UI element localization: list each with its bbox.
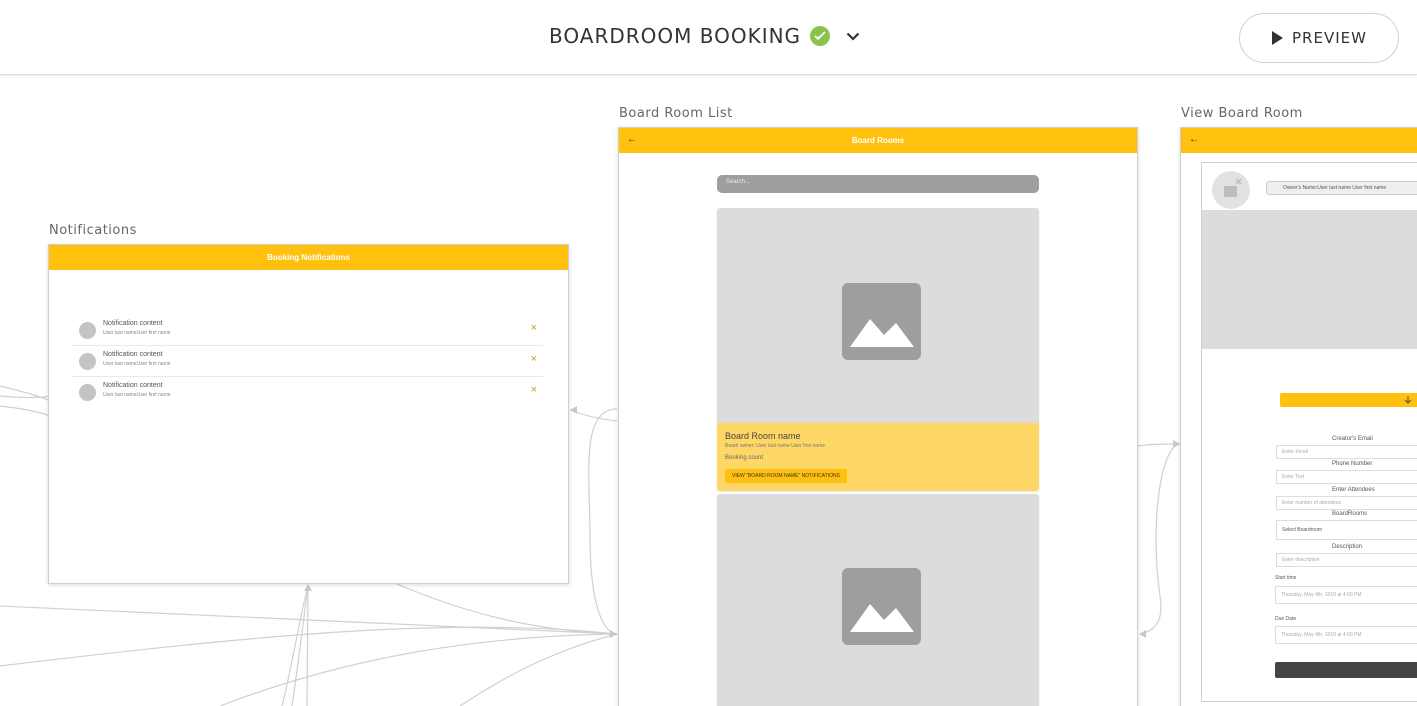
preview-button[interactable]: PREVIEW [1239, 13, 1399, 63]
board-room-list-screen[interactable]: ← Board Rooms Search... Board Room name … [618, 127, 1138, 706]
notification-subtitle: User last nameUser first name [103, 392, 171, 398]
chevron-down-icon[interactable] [844, 27, 862, 45]
image-placeholder-icon [842, 283, 921, 360]
owner-avatar [1212, 171, 1250, 209]
board-room-card[interactable] [717, 494, 1039, 706]
owner-name-field: Owner's Name:User last name User first n… [1266, 181, 1417, 195]
description-field[interactable]: Enter description [1276, 553, 1417, 567]
notification-item[interactable]: Notification content User last nameUser … [71, 315, 543, 346]
board-room-info: Board Room name Board owner: User last n… [717, 423, 1039, 491]
board-room-image [1202, 210, 1417, 349]
preview-button-label: PREVIEW [1292, 29, 1367, 47]
top-bar: BOARDROOM BOOKING PREVIEW [0, 0, 1417, 75]
phone-field[interactable]: Enter Text [1276, 470, 1417, 484]
booking-count: Booking count [725, 455, 764, 461]
notification-title: Notification content [103, 351, 163, 358]
view-notifications-button[interactable]: VIEW "BOARD ROOM NAME" NOTIFICATIONS [725, 469, 847, 483]
notification-title: Notification content [103, 320, 163, 327]
close-icon[interactable]: × [531, 322, 537, 334]
app-title-group[interactable]: BOARDROOM BOOKING [549, 22, 862, 50]
notification-subtitle: User last nameUser first name [103, 361, 171, 367]
notification-title: Notification content [103, 382, 163, 389]
screen-label-board-room-list: Board Room List [619, 106, 733, 121]
board-room-name: Board Room name [725, 431, 801, 441]
search-input[interactable]: Search... [717, 175, 1039, 193]
board-room-card[interactable]: Board Room name Board owner: User last n… [717, 208, 1039, 491]
image-placeholder-icon [842, 568, 921, 645]
avatar [79, 384, 96, 401]
field-label: Enter Attendees [1332, 487, 1375, 493]
board-room-details-panel: Owner's Name:User last name User first n… [1201, 162, 1417, 702]
board-rooms-appbar-title: Board Rooms [851, 136, 905, 145]
expand-dropdown-button[interactable] [1280, 393, 1417, 407]
back-arrow-icon[interactable]: ← [627, 134, 637, 145]
field-label: BoardRooms [1332, 511, 1368, 517]
attendees-field[interactable]: Enter number of attendees [1276, 496, 1417, 510]
view-board-room-appbar: ← [1181, 128, 1417, 153]
due-date-field[interactable]: Thursday, May 4th, 2019 at 4:00 PM [1275, 626, 1417, 644]
start-time-field[interactable]: Thursday, May 4th, 2019 at 4:00 PM [1275, 586, 1417, 604]
field-label: Creator's Email [1332, 436, 1373, 442]
avatar [79, 322, 96, 339]
close-icon[interactable]: × [531, 353, 537, 365]
notifications-appbar-title: Booking Notifications [267, 253, 350, 262]
screen-label-view-board-room: View Board Room [1181, 106, 1303, 121]
board-room-owner: Board owner: User last name User first n… [725, 443, 826, 449]
notifications-screen[interactable]: Booking Notifications Notification conte… [48, 244, 569, 584]
flow-canvas[interactable]: Notifications Booking Notifications Noti… [0, 76, 1417, 706]
check-badge-icon [810, 26, 831, 46]
submit-button[interactable] [1275, 662, 1417, 678]
field-label: Phone Number [1332, 461, 1373, 467]
app-title: BOARDROOM BOOKING [549, 24, 802, 48]
screen-label-notifications: Notifications [49, 223, 137, 238]
field-label: Description [1332, 544, 1363, 550]
avatar [79, 353, 96, 370]
view-board-room-screen[interactable]: ← Owner's Name:User last name User first… [1180, 127, 1417, 706]
notification-item[interactable]: Notification content User last nameUser … [71, 346, 543, 377]
notifications-appbar: Booking Notifications [49, 245, 568, 270]
play-icon [1272, 31, 1284, 45]
search-placeholder: Search... [726, 179, 751, 185]
board-rooms-appbar: ← Board Rooms [619, 128, 1137, 153]
due-date-label: Due Date [1275, 616, 1297, 622]
start-time-label: Start time [1275, 575, 1297, 581]
notification-subtitle: User last nameUser first name [103, 330, 171, 336]
notification-item[interactable]: Notification content User last nameUser … [71, 377, 543, 408]
boardroom-select[interactable]: Select Boardroom [1276, 520, 1417, 540]
email-field[interactable]: Enter Email [1276, 445, 1417, 459]
back-arrow-icon[interactable]: ← [1189, 134, 1199, 145]
close-icon[interactable]: × [531, 384, 537, 396]
